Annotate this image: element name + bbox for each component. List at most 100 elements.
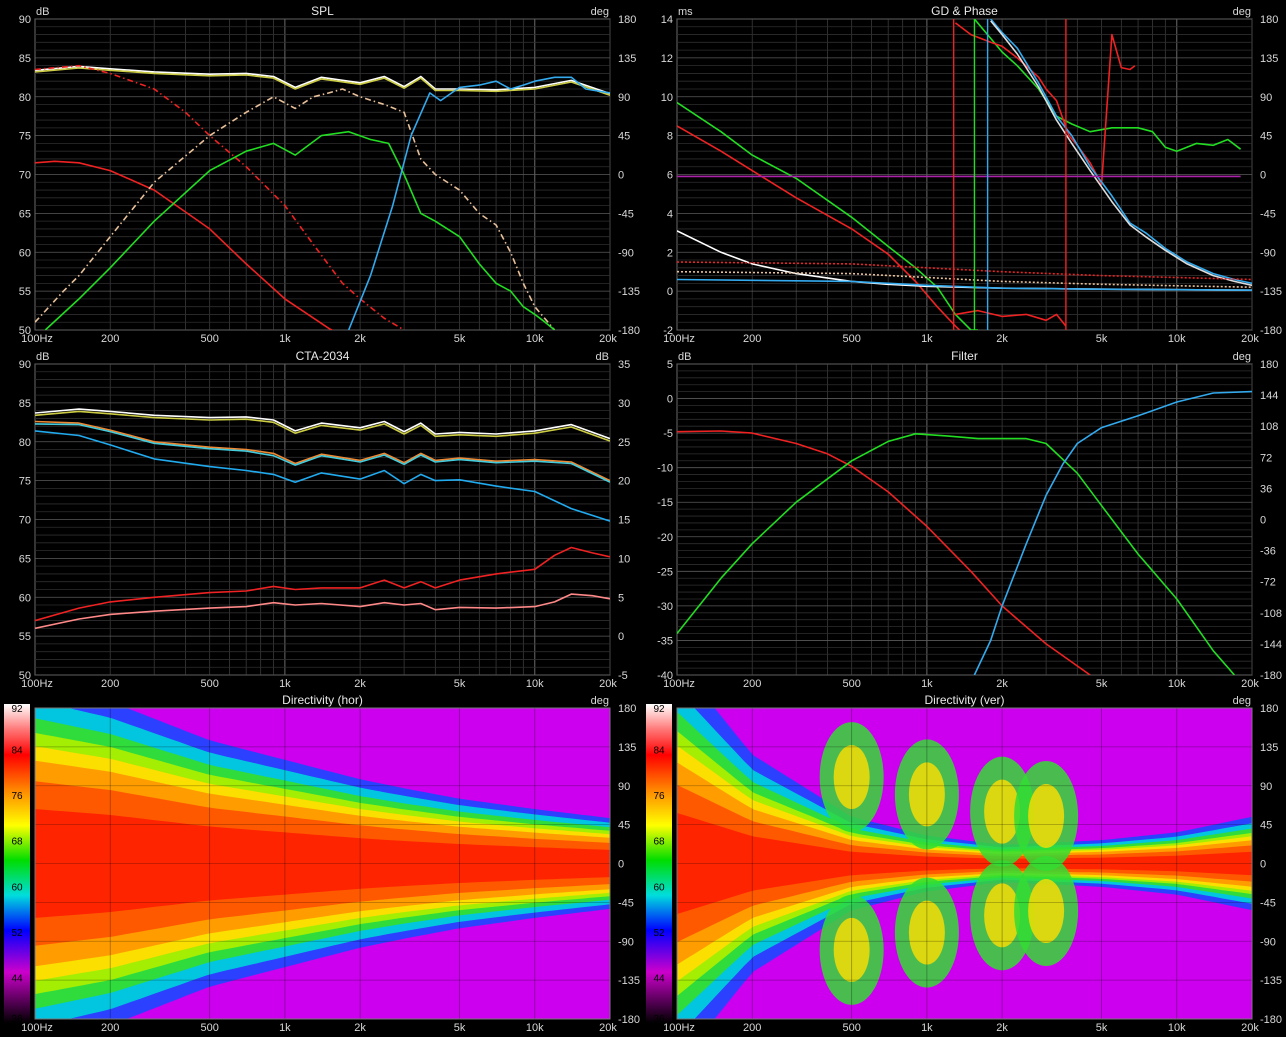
gd-right-tick: 45 <box>1260 131 1272 143</box>
cta-left-tick: 85 <box>19 398 31 410</box>
filter-right-tick: 72 <box>1260 452 1272 464</box>
dir_ver-right-tick: 135 <box>1260 742 1278 754</box>
dir_ver-right-tick: -90 <box>1260 936 1276 948</box>
spl-left-tick: 65 <box>19 208 31 220</box>
gd-phase-chart: GD & Phasems deg14121086420-218013590450-… <box>661 4 1282 345</box>
filter-x-tick: 500 <box>842 678 860 690</box>
gd-right-unit: deg <box>1233 6 1251 18</box>
dir_ver-x-tick: 2k <box>996 1022 1008 1034</box>
spl-left-tick: 70 <box>19 170 31 182</box>
spl-x-tick: 500 <box>200 333 218 345</box>
gd-grid <box>676 18 1253 331</box>
cta-x-tick: 100Hz <box>21 678 53 690</box>
cta-left-tick: 90 <box>19 359 31 371</box>
filter-title: Filter <box>951 349 978 363</box>
dir_ver-right-tick: 180 <box>1260 703 1278 715</box>
filter-left-tick: 0 <box>667 394 673 406</box>
filter-right-tick: -108 <box>1260 608 1282 620</box>
cta-left-tick: 75 <box>19 476 31 488</box>
filter-left-unit: dB <box>678 351 691 363</box>
cta-right-tick: 5 <box>618 592 624 604</box>
plot-clip <box>35 708 610 1019</box>
spl-right-tick: 180 <box>618 14 636 26</box>
filter-left-tick: -5 <box>663 428 673 440</box>
cta-right-tick: 30 <box>618 398 630 410</box>
dir_ver-title: Directivity (ver) <box>925 693 1005 707</box>
cta-x-tick: 200 <box>101 678 119 690</box>
filter-chart: FilterdB deg50-5-10-15-20-25-30-35-401801… <box>657 349 1282 690</box>
spl-right-unit: deg <box>591 6 609 18</box>
dir_hor-x-tick: 10k <box>526 1022 544 1034</box>
cta-right-tick: 15 <box>618 515 630 527</box>
spl-title: SPL <box>311 4 334 18</box>
dir_hor-colorbar-tick: 52 <box>11 928 23 939</box>
gd-left-tick: 0 <box>667 286 673 298</box>
spl-x-tick: 2k <box>354 333 366 345</box>
measurement-dashboard: SPLdB deg90858075706560555018013590450-45… <box>4 4 1282 1034</box>
dir_ver-side-lobe-core <box>1028 783 1065 848</box>
dir_hor-right-tick: 45 <box>618 820 630 832</box>
gd-x-tick: 10k <box>1168 333 1186 345</box>
dir_ver-colorbar-tick: 84 <box>653 746 665 757</box>
cta-left-tick: 65 <box>19 553 31 565</box>
filter-left-tick: -25 <box>657 566 673 578</box>
gd-x-tick: 100Hz <box>663 333 695 345</box>
cta-right-tick: 0 <box>618 631 624 643</box>
plot-clip <box>677 708 1252 1019</box>
cta-x-tick: 1k <box>279 678 291 690</box>
filter-right-tick: -72 <box>1260 577 1276 589</box>
gd-right-tick: -135 <box>1260 286 1282 298</box>
spl-left-tick: 85 <box>19 53 31 65</box>
gd-title: GD & Phase <box>931 4 998 18</box>
gd-left-tick: 6 <box>667 170 673 182</box>
cta-right-tick: 10 <box>618 553 630 565</box>
dir_hor-right-tick: -135 <box>618 975 640 987</box>
gd-left-tick: 2 <box>667 247 673 259</box>
dir_hor-colorbar-tick: 44 <box>11 973 23 984</box>
gd-x-tick: 500 <box>842 333 860 345</box>
spl-left-tick: 60 <box>19 247 31 259</box>
filter-x-tick: 1k <box>921 678 933 690</box>
gd-left-tick: 10 <box>661 92 673 104</box>
filter-left-tick: -30 <box>657 601 673 613</box>
dir_ver-colorbar-tick: 52 <box>653 928 665 939</box>
gd-left-tick: 14 <box>661 14 673 26</box>
spl-right-tick: 90 <box>618 92 630 104</box>
filter-right-tick: 108 <box>1260 421 1278 433</box>
gd-right-tick: 0 <box>1260 170 1266 182</box>
filter-right-tick: 144 <box>1260 390 1278 402</box>
spl-x-tick: 5k <box>454 333 466 345</box>
spl-left-tick: 90 <box>19 14 31 26</box>
dir_ver-x-tick: 200 <box>743 1022 761 1034</box>
dir_hor-x-tick: 200 <box>101 1022 119 1034</box>
cta2034-chart: CTA-2034dB dB9085807570656055503530252015… <box>19 349 631 690</box>
filter-x-tick: 5k <box>1096 678 1108 690</box>
spl-left-unit: dB <box>36 6 49 18</box>
dir_hor-x-tick: 2k <box>354 1022 366 1034</box>
dir_hor-right-tick: -180 <box>618 1014 640 1026</box>
cta-left-tick: 55 <box>19 631 31 643</box>
dir_hor-colorbar-tick: 68 <box>11 837 23 848</box>
filter-left-tick: -10 <box>657 463 673 475</box>
dir_hor-colorbar-tick: 76 <box>11 791 23 802</box>
spl-left-tick: 55 <box>19 286 31 298</box>
cta-right-unit: dB <box>596 351 609 363</box>
dir_hor-colorbar-tick: 84 <box>11 746 23 757</box>
filter-right-tick: -36 <box>1260 546 1276 558</box>
cta-x-tick: 500 <box>200 678 218 690</box>
gd-x-tick: 20k <box>1241 333 1259 345</box>
spl-left-tick: 80 <box>19 92 31 104</box>
spl-right-tick: 135 <box>618 53 636 65</box>
gd-right-tick: 135 <box>1260 53 1278 65</box>
gd-right-tick: -90 <box>1260 247 1276 259</box>
dir_hor-title: Directivity (hor) <box>282 693 363 707</box>
spl-right-tick: -135 <box>618 286 640 298</box>
filter-right-tick: 36 <box>1260 483 1272 495</box>
dir_hor-right-unit: deg <box>591 695 609 707</box>
spl-x-tick: 20k <box>599 333 617 345</box>
dir_ver-x-tick: 10k <box>1168 1022 1186 1034</box>
cta-right-tick: 25 <box>618 437 630 449</box>
cta-title: CTA-2034 <box>296 349 350 363</box>
filter-right-tick: 180 <box>1260 359 1278 371</box>
dir_ver-x-tick: 20k <box>1241 1022 1259 1034</box>
